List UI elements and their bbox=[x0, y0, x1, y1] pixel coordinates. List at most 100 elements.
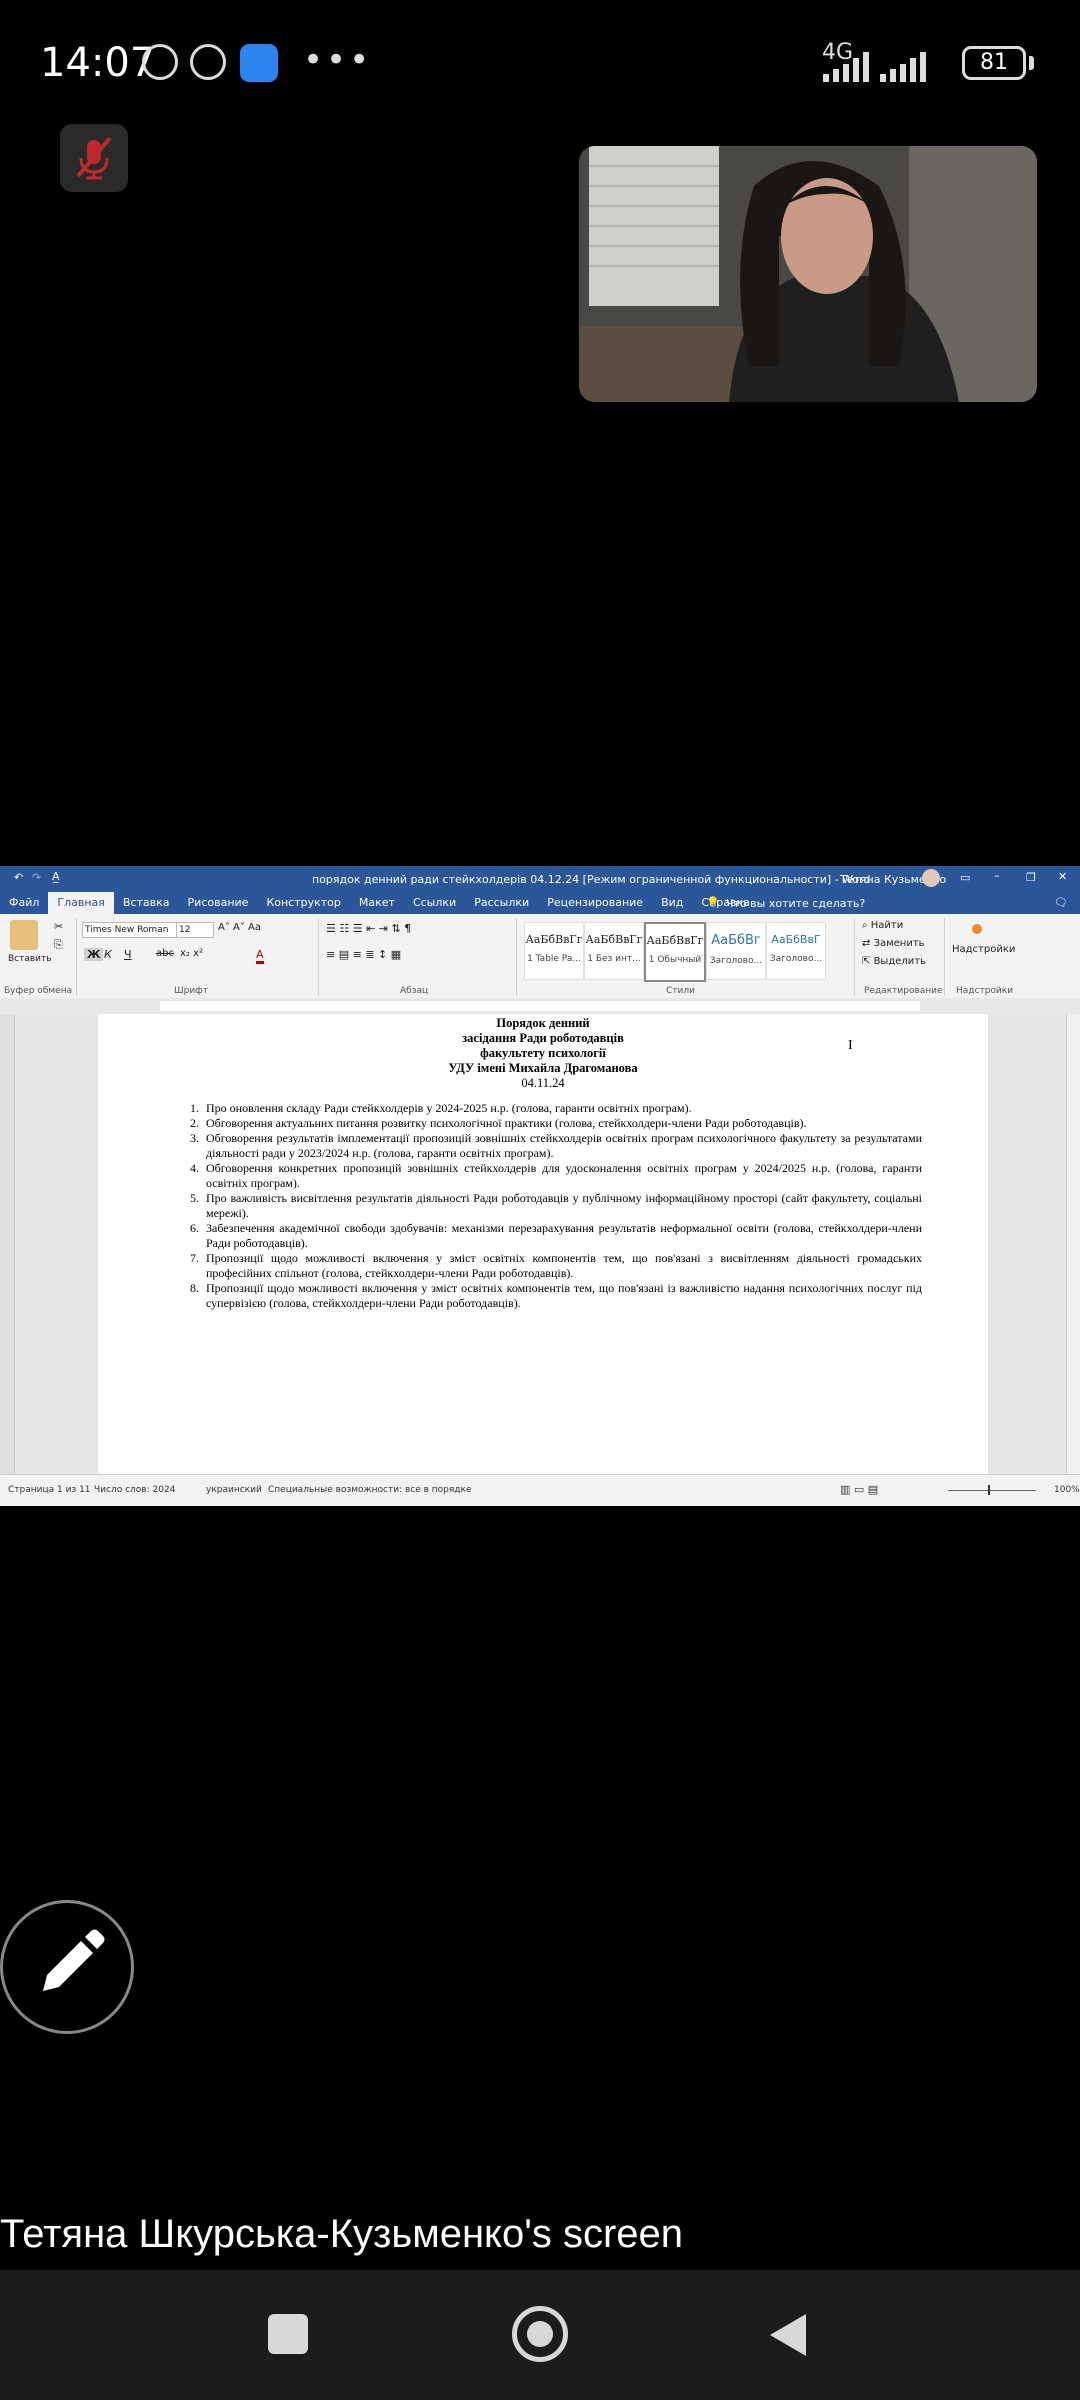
style-item-selected[interactable]: АаБбВвГг 1 Обычный bbox=[644, 922, 706, 982]
back-icon[interactable] bbox=[766, 2312, 810, 2358]
ribbon-display-icon[interactable]: ▭ bbox=[960, 871, 970, 884]
list-item: Обговорення результатів імплементації пр… bbox=[202, 1131, 922, 1161]
divider bbox=[516, 918, 517, 996]
replace-button[interactable]: ⇄ Заменить bbox=[862, 938, 925, 949]
group-editing: Редактирование bbox=[864, 986, 943, 996]
format-icon[interactable]: A̲ bbox=[52, 870, 60, 883]
select-button[interactable]: ⇱ Выделить bbox=[862, 956, 926, 967]
vertical-scrollbar[interactable] bbox=[1066, 1014, 1080, 1474]
restore-icon[interactable]: ❐ bbox=[1026, 871, 1036, 884]
style-item[interactable]: АаБбВвГг 1 Без инт... bbox=[584, 922, 644, 980]
page-count[interactable]: Страница 1 из 11 bbox=[8, 1485, 91, 1495]
tab-view[interactable]: Вид bbox=[652, 892, 692, 914]
signal-icon bbox=[880, 52, 926, 82]
tab-mailings[interactable]: Рассылки bbox=[465, 892, 538, 914]
find-button[interactable]: ⌕ Найти bbox=[862, 920, 903, 931]
annotate-button[interactable] bbox=[0, 1900, 134, 2034]
style-sample: АаБбВвГг bbox=[585, 933, 643, 946]
viber-icon bbox=[190, 44, 226, 80]
horizontal-ruler[interactable] bbox=[0, 998, 1080, 1015]
italic-button[interactable]: К bbox=[104, 948, 112, 961]
text-cursor-icon: I bbox=[848, 1038, 853, 1053]
comments-icon[interactable]: 🗨 bbox=[1054, 896, 1068, 909]
bullets-icon[interactable]: ☰ ☷ ☰ ⇤ ⇥ ⇅ ¶ bbox=[326, 922, 411, 935]
paste-icon[interactable] bbox=[10, 920, 38, 950]
heading-line: факультету психології bbox=[480, 1046, 606, 1060]
style-name: 1 Обычный bbox=[648, 955, 702, 965]
group-clipboard: Буфер обмена bbox=[4, 986, 73, 996]
minimize-icon[interactable]: – bbox=[994, 869, 1000, 882]
underline-button[interactable]: Ч bbox=[124, 948, 132, 961]
heading-line: Порядок денний bbox=[496, 1016, 590, 1030]
zoom-slider-thumb[interactable] bbox=[988, 1485, 990, 1495]
tab-draw[interactable]: Рисование bbox=[179, 892, 258, 914]
more-notifications-icon: ••• bbox=[303, 40, 373, 80]
style-sample: АаБбВвГ bbox=[771, 933, 821, 946]
ribbon-home: Вставить ✂ ⎘ Буфер обмена Times New Roma… bbox=[0, 914, 1080, 999]
tab-insert[interactable]: Вставка bbox=[114, 892, 179, 914]
undo-icon[interactable]: ↶ bbox=[14, 871, 23, 884]
list-item: Пропозиції щодо можливості включення у з… bbox=[202, 1281, 922, 1311]
tab-layout[interactable]: Макет bbox=[350, 892, 404, 914]
document-page[interactable]: Порядок денний засідання Ради роботодавц… bbox=[98, 1014, 988, 1474]
tab-home[interactable]: Главная bbox=[48, 892, 114, 914]
find-label: Найти bbox=[870, 920, 904, 931]
language[interactable]: украинский bbox=[206, 1485, 262, 1495]
style-item[interactable]: АаБбВвГг 1 Table Pa... bbox=[524, 922, 584, 980]
tab-design[interactable]: Конструктор bbox=[257, 892, 349, 914]
list-item: Обговорення конкретних пропозицій зовніш… bbox=[202, 1161, 922, 1191]
word-count[interactable]: Число слов: 2024 bbox=[94, 1485, 175, 1495]
ruler-text-area bbox=[160, 1001, 920, 1011]
accessibility-status[interactable]: Специальные возможности: все в порядке bbox=[268, 1485, 472, 1495]
status-bar: 14:07 ••• 4G 81 bbox=[0, 0, 1080, 130]
style-item[interactable]: АаБбВг Заголово... bbox=[706, 922, 766, 980]
cut-icon[interactable]: ✂ bbox=[54, 920, 63, 933]
recents-icon[interactable] bbox=[268, 2314, 308, 2354]
word-status-bar: Страница 1 из 11 Число слов: 2024 украин… bbox=[0, 1474, 1080, 1506]
screen-share-caption: Тетяна Шкурська-Кузьменко's screen bbox=[0, 2212, 684, 2256]
style-name: 1 Table Pa... bbox=[527, 954, 581, 964]
ribbon-tabs: Файл Главная Вставка Рисование Конструктор Ма… bbox=[0, 892, 1080, 914]
divider bbox=[944, 918, 945, 996]
style-sample: АаБбВг bbox=[711, 933, 761, 948]
list-item: Обговорення актуальних питання розвитку … bbox=[202, 1116, 922, 1131]
battery-tip bbox=[1029, 56, 1034, 70]
heading-line: УДУ імені Михайла Драгоманова bbox=[448, 1061, 638, 1075]
divider bbox=[854, 918, 855, 996]
font-name-select[interactable]: Times New Roman bbox=[82, 922, 178, 938]
replace-icon: ⇄ bbox=[862, 938, 874, 949]
copy-icon[interactable]: ⎘ bbox=[54, 938, 63, 952]
zoom-level[interactable]: 100% bbox=[1054, 1485, 1080, 1495]
lightbulb-icon: 💡 bbox=[706, 896, 720, 909]
vertical-ruler[interactable] bbox=[0, 1014, 15, 1474]
grow-font-icon[interactable]: A˄ A˅ Aa bbox=[218, 922, 261, 933]
style-sample: АаБбВвГг bbox=[646, 934, 704, 947]
group-font: Шрифт bbox=[174, 986, 209, 996]
style-item[interactable]: АаБбВвГ Заголово... bbox=[766, 922, 826, 980]
participant-video[interactable] bbox=[579, 146, 1037, 402]
tab-file[interactable]: Файл bbox=[0, 892, 48, 914]
font-color-icon[interactable]: A bbox=[256, 948, 264, 964]
redo-icon[interactable]: ↷ bbox=[32, 871, 41, 884]
close-icon[interactable]: ✕ bbox=[1058, 870, 1067, 883]
addins-button[interactable]: Надстройки bbox=[952, 944, 1015, 955]
shared-screen-word-window[interactable]: ↶ ↷ A̲ порядок денний ради стейкхолдерів… bbox=[0, 866, 1080, 1506]
paste-button[interactable]: Вставить bbox=[8, 954, 52, 964]
align-icons[interactable]: ≡ ▤ ≡ ≣ ↕ ▦ bbox=[326, 948, 401, 961]
replace-label: Заменить bbox=[873, 938, 925, 949]
zoom-slider[interactable] bbox=[948, 1490, 1036, 1491]
tab-review[interactable]: Рецензирование bbox=[538, 892, 652, 914]
strikethrough-button[interactable]: abc bbox=[156, 948, 174, 959]
tell-me-input[interactable]: Что вы хотите сделать? bbox=[726, 897, 865, 910]
avatar[interactable] bbox=[922, 869, 940, 887]
divider bbox=[76, 918, 77, 996]
mic-muted-button[interactable] bbox=[60, 124, 128, 192]
subscript-button[interactable]: x₂ x² bbox=[180, 948, 203, 959]
font-size-select[interactable]: 12 bbox=[176, 922, 214, 938]
home-icon[interactable] bbox=[512, 2306, 568, 2362]
word-title-bar: ↶ ↷ A̲ порядок денний ради стейкхолдерів… bbox=[0, 866, 1080, 892]
tab-references[interactable]: Ссылки bbox=[404, 892, 465, 914]
bold-button[interactable]: Ж bbox=[84, 948, 104, 961]
participant-video-image bbox=[579, 146, 1037, 402]
view-mode-icons[interactable]: ▥ ▭ ▤ bbox=[840, 1483, 878, 1496]
